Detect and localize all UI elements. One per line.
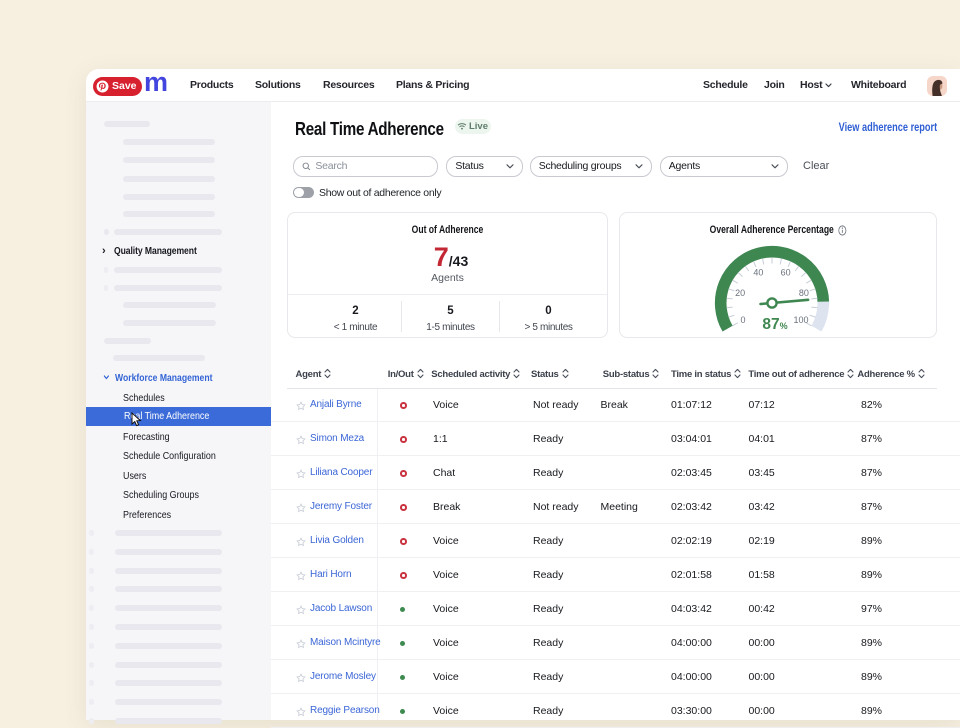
svg-text:20: 20	[735, 288, 745, 298]
svg-text:80: 80	[799, 288, 809, 298]
svg-text:40: 40	[753, 268, 763, 278]
svg-text:100: 100	[793, 315, 808, 325]
svg-text:87%: 87%	[762, 316, 787, 333]
svg-text:60: 60	[781, 268, 791, 278]
svg-text:0: 0	[740, 315, 745, 325]
